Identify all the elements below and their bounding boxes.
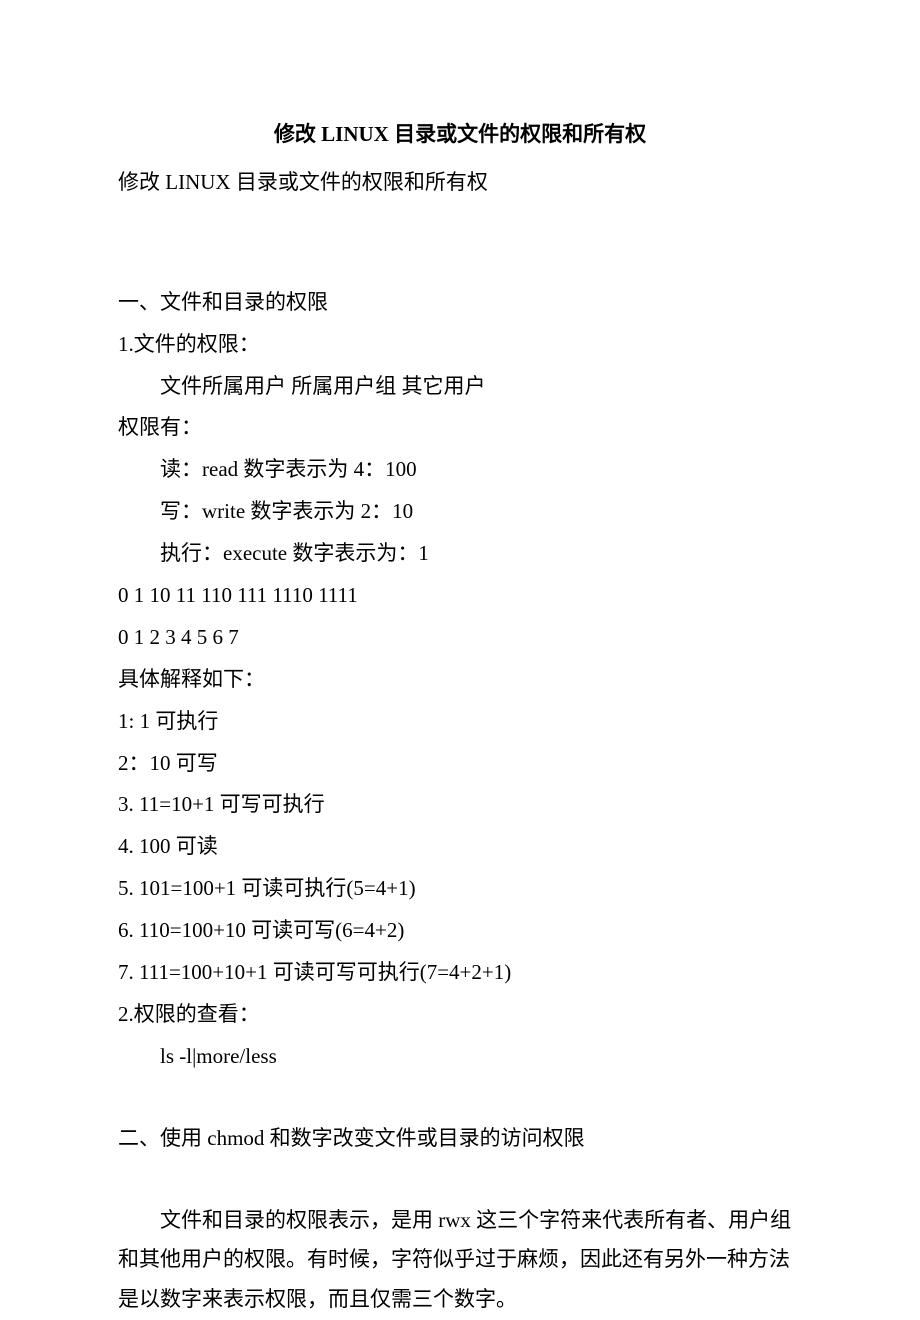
text-line: 3. 11=10+1 可写可执行 <box>118 785 802 825</box>
text-line: 2：10 可写 <box>118 744 802 784</box>
section-1-sub2: 2.权限的查看： <box>118 995 802 1035</box>
text-line: 权限有： <box>118 408 802 448</box>
spacer <box>118 1161 802 1201</box>
text-line: 0 1 10 11 110 111 1110 1111 <box>118 576 802 616</box>
section-2-heading: 二、使用 chmod 和数字改变文件或目录的访问权限 <box>118 1119 802 1159</box>
section-2-paragraph: 文件和目录的权限表示，是用 rwx 这三个字符来代表所有者、用户组和其他用户的权… <box>118 1201 802 1320</box>
text-line: 0 1 2 3 4 5 6 7 <box>118 618 802 658</box>
text-line: 读：read 数字表示为 4：100 <box>118 450 802 490</box>
text-line: 7. 111=100+10+1 可读可写可执行(7=4+2+1) <box>118 953 802 993</box>
text-line: 6. 110=100+10 可读可写(6=4+2) <box>118 911 802 951</box>
document-subtitle: 修改 LINUX 目录或文件的权限和所有权 <box>118 163 802 203</box>
document-title: 修改 LINUX 目录或文件的权限和所有权 <box>118 115 802 155</box>
text-line: 执行：execute 数字表示为：1 <box>118 534 802 574</box>
section-1-sub1: 1.文件的权限： <box>118 325 802 365</box>
text-line: 4. 100 可读 <box>118 827 802 867</box>
spacer <box>118 205 802 283</box>
text-line: 5. 101=100+1 可读可执行(5=4+1) <box>118 869 802 909</box>
text-line: 具体解释如下： <box>118 660 802 700</box>
spacer <box>118 1079 802 1119</box>
section-1-heading: 一、文件和目录的权限 <box>118 283 802 323</box>
text-line: 文件所属用户 所属用户组 其它用户 <box>118 367 802 407</box>
text-line: 1: 1 可执行 <box>118 702 802 742</box>
text-line: ls -l|more/less <box>118 1037 802 1077</box>
text-line: 写：write 数字表示为 2：10 <box>118 492 802 532</box>
